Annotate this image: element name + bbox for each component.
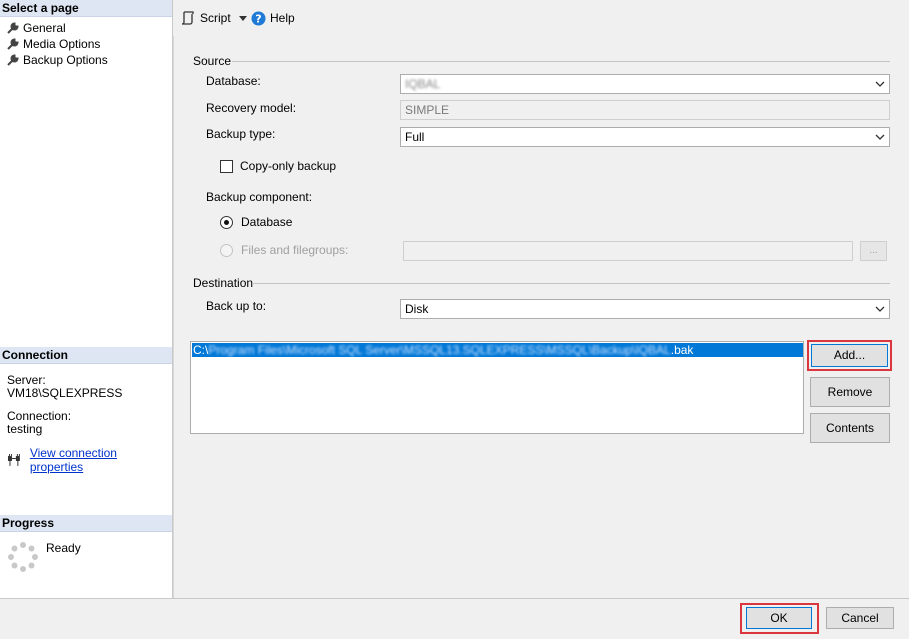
chevron-down-icon	[875, 134, 885, 140]
copy-only-backup-checkbox[interactable]: Copy-only backup	[220, 159, 336, 173]
help-button[interactable]: ? Help	[251, 9, 295, 27]
destination-divider	[252, 283, 890, 284]
progress-spinner-icon	[8, 542, 38, 572]
progress-header: Progress	[0, 515, 172, 532]
cancel-button[interactable]: Cancel	[826, 607, 894, 629]
back-up-to-combo[interactable]: Disk	[400, 299, 890, 319]
component-files-radio[interactable]: Files and filegroups:	[220, 243, 348, 257]
left-pane: Select a page General Media Options Back…	[0, 0, 173, 598]
progress-status: Ready	[46, 541, 81, 555]
recovery-model-label: Recovery model:	[206, 101, 297, 115]
source-group-title: Source	[193, 54, 232, 68]
backup-component-label: Backup component:	[206, 190, 313, 204]
checkbox-box[interactable]	[220, 159, 233, 173]
recovery-model-field: SIMPLE	[400, 100, 890, 120]
page-item-backup-options[interactable]: Backup Options	[6, 52, 108, 68]
backup-type-combo[interactable]: Full	[400, 127, 890, 147]
list-item[interactable]: C:\Program Files\Microsoft SQL Server\MS…	[192, 343, 803, 357]
script-icon	[181, 11, 194, 25]
copy-only-backup-label: Copy-only backup	[240, 159, 337, 173]
view-connection-row: View connection properties	[7, 446, 172, 474]
script-label: Script	[200, 11, 231, 25]
back-up-to-value: Disk	[405, 302, 429, 316]
script-button[interactable]: Script	[181, 9, 247, 27]
page-item-general[interactable]: General	[6, 20, 66, 36]
recovery-model-value: SIMPLE	[405, 103, 450, 117]
select-page-header: Select a page	[0, 0, 172, 17]
wrench-icon	[7, 21, 19, 34]
database-value: IQBAL	[405, 77, 441, 91]
destination-group-title: Destination	[193, 276, 254, 290]
path-blurred: Program Files\Microsoft SQL Server\MSSQL…	[208, 343, 671, 357]
filegroups-field	[403, 241, 853, 261]
component-files-label: Files and filegroups:	[241, 243, 349, 257]
radio-dot[interactable]	[220, 215, 233, 229]
page-item-label: General	[23, 21, 66, 35]
remove-button[interactable]: Remove	[810, 377, 890, 407]
dropdown-arrow-icon[interactable]	[238, 15, 247, 21]
svg-text:?: ?	[255, 12, 261, 25]
path-prefix: C:\	[193, 343, 209, 357]
connection-header: Connection	[0, 347, 172, 364]
connection-plug-icon	[7, 454, 20, 466]
page-item-media-options[interactable]: Media Options	[6, 36, 100, 52]
server-value: VM18\SQLEXPRESS	[7, 386, 123, 400]
wrench-icon	[7, 37, 19, 50]
database-label: Database:	[206, 74, 261, 88]
dialog-footer: OK Cancel	[0, 598, 909, 639]
contents-button[interactable]: Contents	[810, 413, 890, 443]
help-icon: ?	[251, 11, 266, 25]
wrench-icon	[7, 53, 19, 66]
chevron-down-icon	[875, 81, 885, 87]
page-item-label: Media Options	[23, 37, 101, 51]
source-divider	[232, 61, 890, 62]
connection-value: testing	[7, 422, 43, 436]
component-database-label: Database	[241, 215, 293, 229]
help-label: Help	[270, 11, 295, 25]
page-item-label: Backup Options	[23, 53, 108, 67]
component-database-radio[interactable]: Database	[220, 215, 292, 229]
database-combo[interactable]: IQBAL	[400, 74, 890, 94]
view-connection-properties-link[interactable]: View connection properties	[30, 446, 172, 474]
path-suffix: .bak	[670, 343, 694, 357]
ok-button[interactable]: OK	[746, 607, 812, 629]
radio-dot[interactable]	[220, 243, 233, 257]
chevron-down-icon	[875, 306, 885, 312]
backup-type-label: Backup type:	[206, 127, 276, 141]
back-up-to-label: Back up to:	[206, 299, 267, 313]
general-page-panel: Source Database: IQBAL Recovery model: S…	[173, 36, 907, 598]
toolbar: Script ? Help	[173, 0, 909, 36]
destination-list[interactable]: C:\Program Files\Microsoft SQL Server\MS…	[190, 341, 804, 434]
add-button[interactable]: Add...	[811, 344, 888, 367]
backup-type-value: Full	[405, 130, 425, 144]
filegroups-browse-button[interactable]: ...	[860, 241, 887, 261]
